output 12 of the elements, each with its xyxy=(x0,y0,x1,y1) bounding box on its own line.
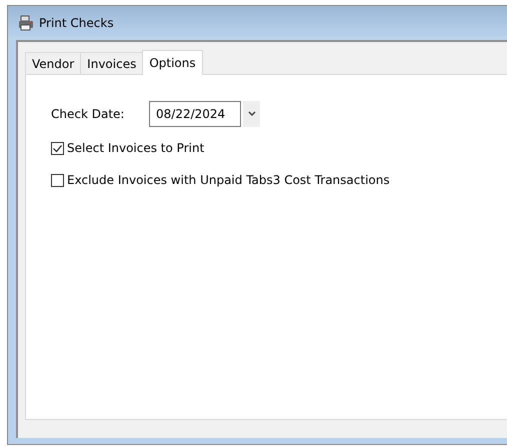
chevron-down-icon xyxy=(248,111,256,117)
checkbox-label: Select Invoices to Print xyxy=(67,140,204,157)
window-title: Print Checks xyxy=(39,15,114,32)
checkbox-label: Exclude Invoices with Unpaid Tabs3 Cost Transactions xyxy=(67,172,390,189)
checkbox[interactable] xyxy=(51,142,64,154)
check-date-label: Check Date: xyxy=(51,106,126,123)
date-dropdown-button[interactable] xyxy=(243,101,260,127)
checkbox[interactable] xyxy=(51,174,64,186)
printer-icon xyxy=(18,15,34,31)
date-field[interactable]: 08/22/2024 xyxy=(149,101,241,127)
tab[interactable]: Vendor xyxy=(25,52,82,74)
tab[interactable]: Options xyxy=(142,50,203,75)
